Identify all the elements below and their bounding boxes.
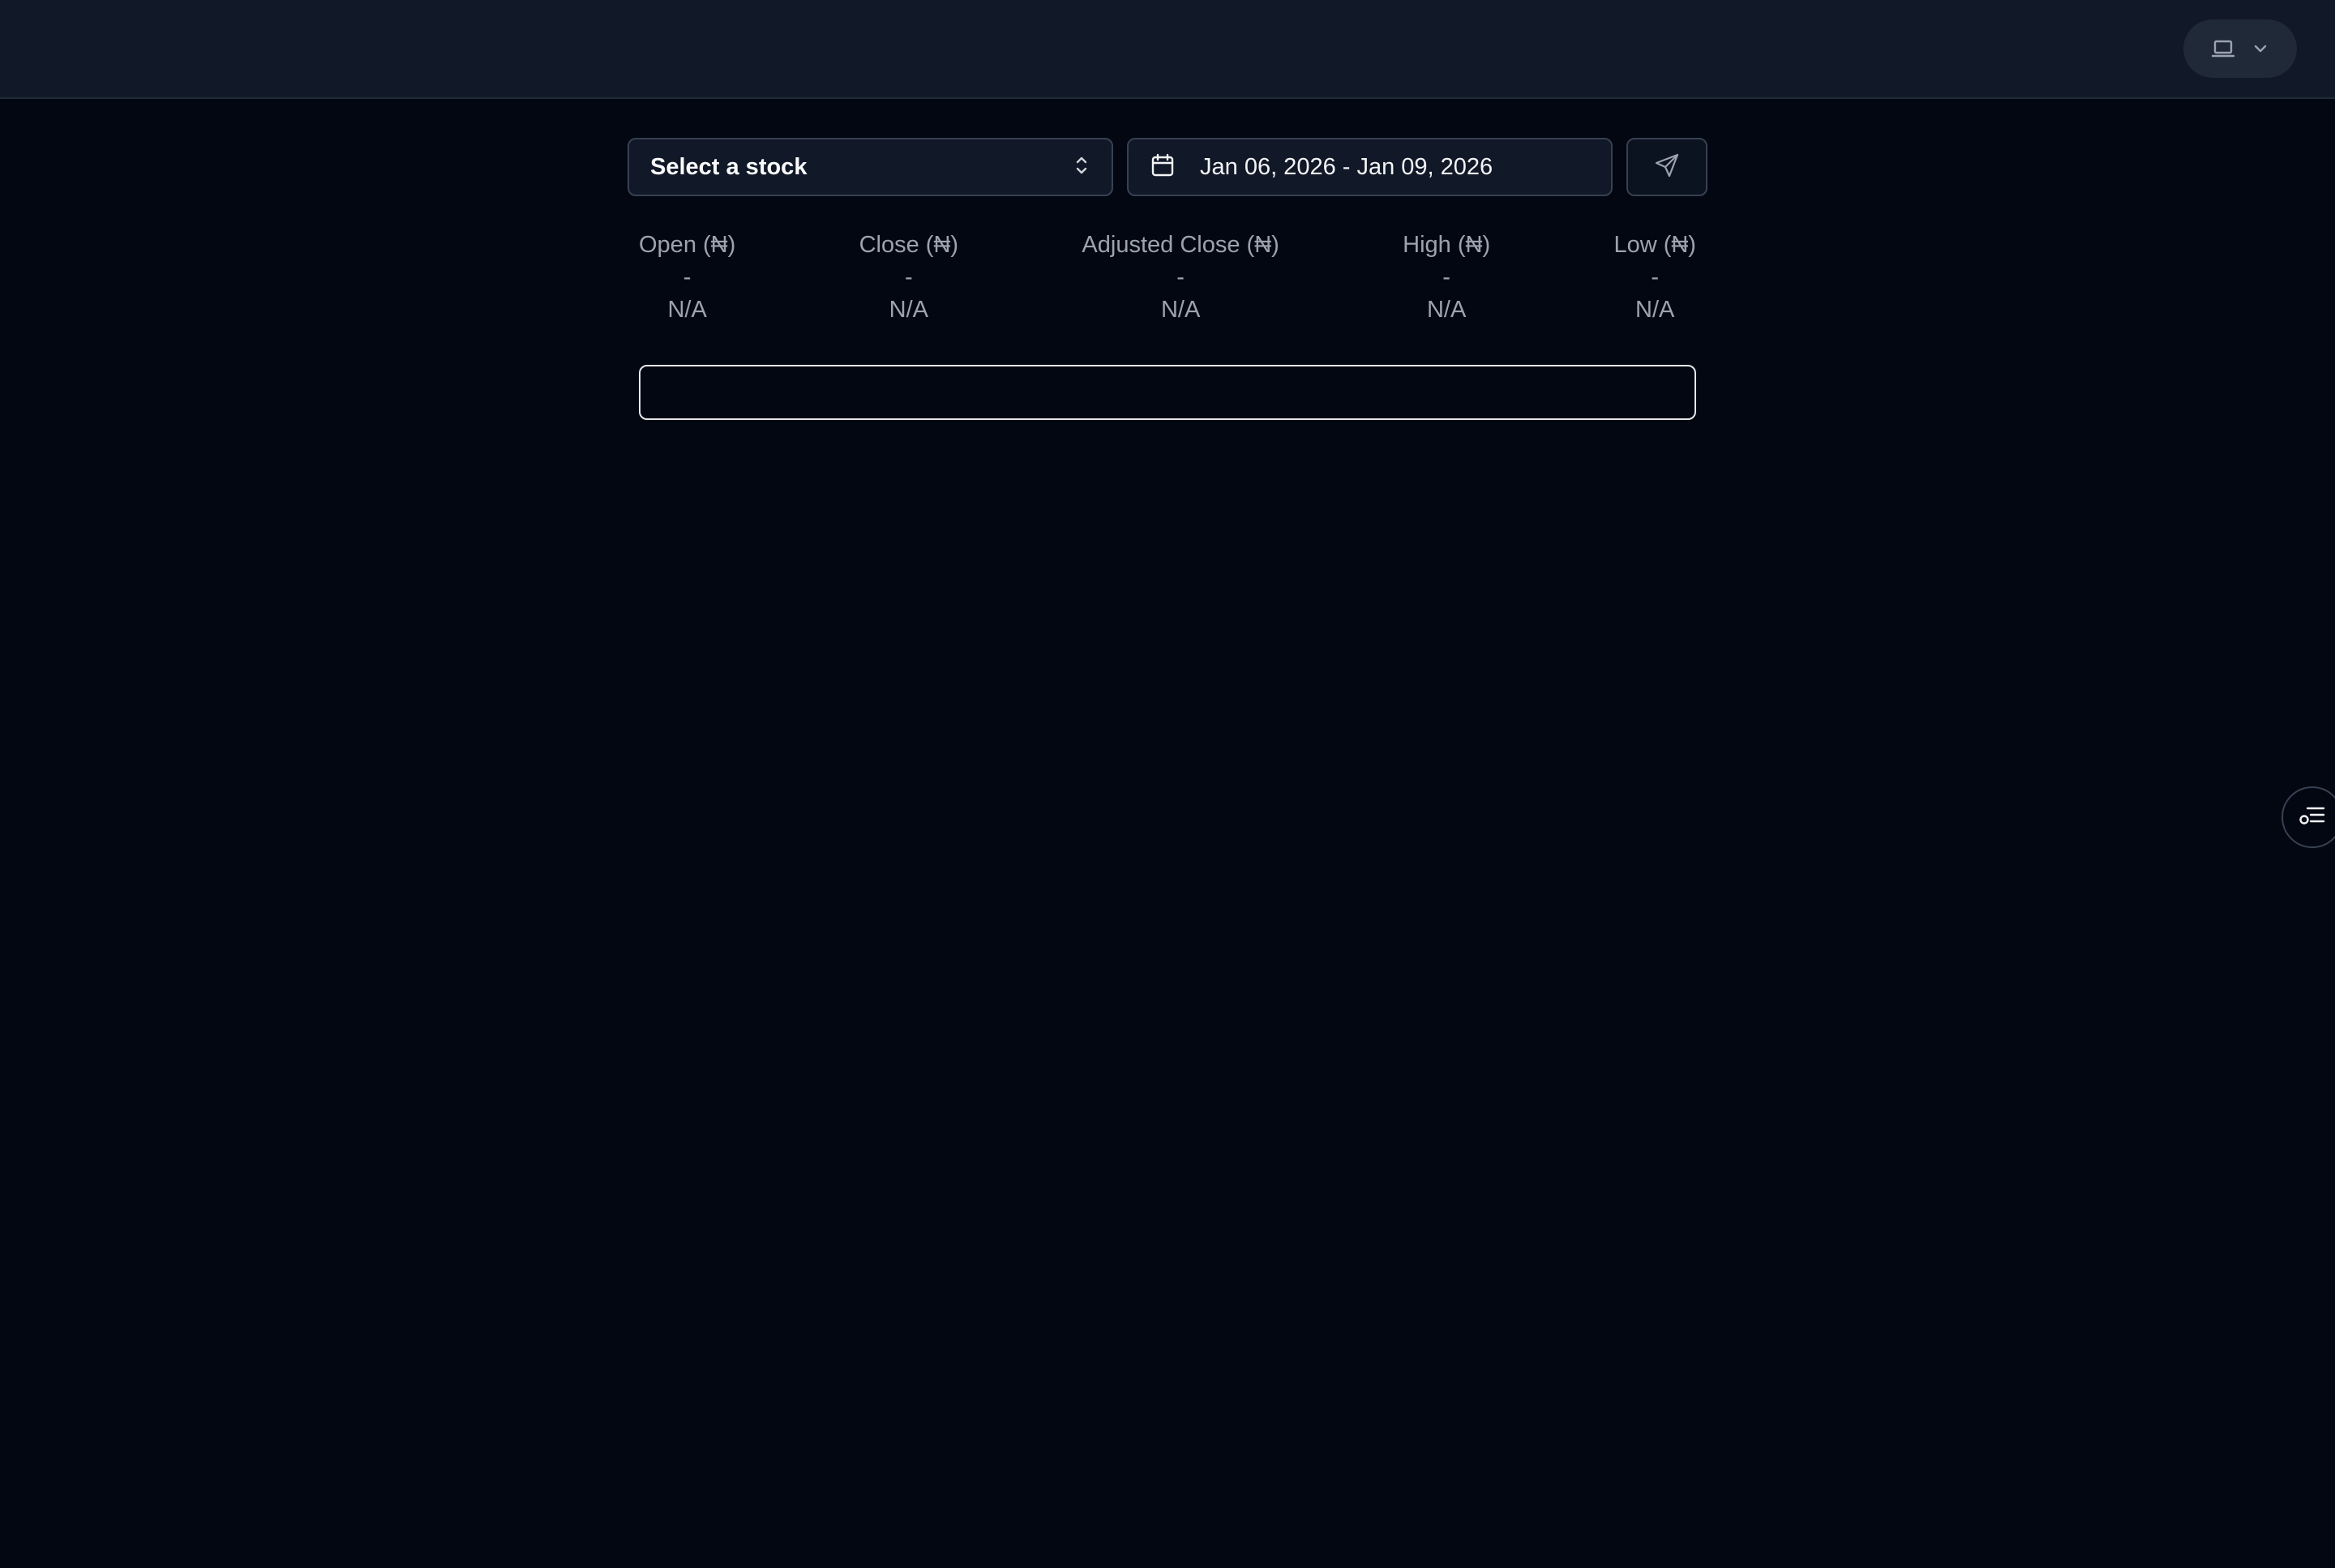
text-input-box[interactable] (639, 365, 1696, 420)
metric-change: - (1176, 264, 1185, 290)
metric-close: Close (₦) - N/A (859, 229, 958, 326)
chevrons-up-down-icon (1073, 153, 1090, 182)
send-icon (1653, 152, 1681, 183)
calendar-icon (1150, 152, 1176, 182)
list-settings-icon (2298, 803, 2325, 832)
metric-header: Low (₦) (1613, 232, 1696, 258)
date-range-picker[interactable]: Jan 06, 2026 - Jan 09, 2026 (1127, 138, 1613, 196)
metric-value: N/A (889, 297, 929, 323)
metric-low: Low (₦) - N/A (1613, 229, 1696, 326)
metric-high: High (₦) - N/A (1403, 229, 1490, 326)
laptop-icon (2211, 38, 2235, 59)
send-button[interactable] (1626, 138, 1707, 196)
metric-header: High (₦) (1403, 232, 1491, 258)
metric-header: Close (₦) (859, 232, 959, 258)
top-navigation-bar (0, 0, 2335, 99)
metric-open: Open (₦) - N/A (639, 229, 735, 326)
metric-value: N/A (1635, 297, 1675, 323)
metric-change: - (1651, 264, 1660, 290)
metric-change: - (683, 264, 692, 290)
metric-change: - (905, 264, 913, 290)
metric-header: Adjusted Close (₦) (1082, 232, 1279, 258)
metric-adjusted-close: Adjusted Close (₦) - N/A (1082, 229, 1279, 326)
date-range-label: Jan 06, 2026 - Jan 09, 2026 (1200, 153, 1493, 180)
stock-metrics: Open (₦) - N/A Close (₦) - N/A Adjusted … (639, 229, 1696, 326)
stock-select-label: Select a stock (650, 153, 808, 180)
metric-value: N/A (1160, 297, 1201, 323)
stock-select[interactable]: Select a stock (628, 138, 1113, 196)
chevron-down-icon (2251, 43, 2269, 54)
theme-toggle-button[interactable] (2183, 19, 2297, 78)
metric-header: Open (₦) (639, 232, 736, 258)
metric-change: - (1442, 264, 1450, 290)
metric-value: N/A (1426, 297, 1467, 323)
side-panel-toggle[interactable] (2281, 786, 2335, 848)
metric-value: N/A (667, 297, 707, 323)
